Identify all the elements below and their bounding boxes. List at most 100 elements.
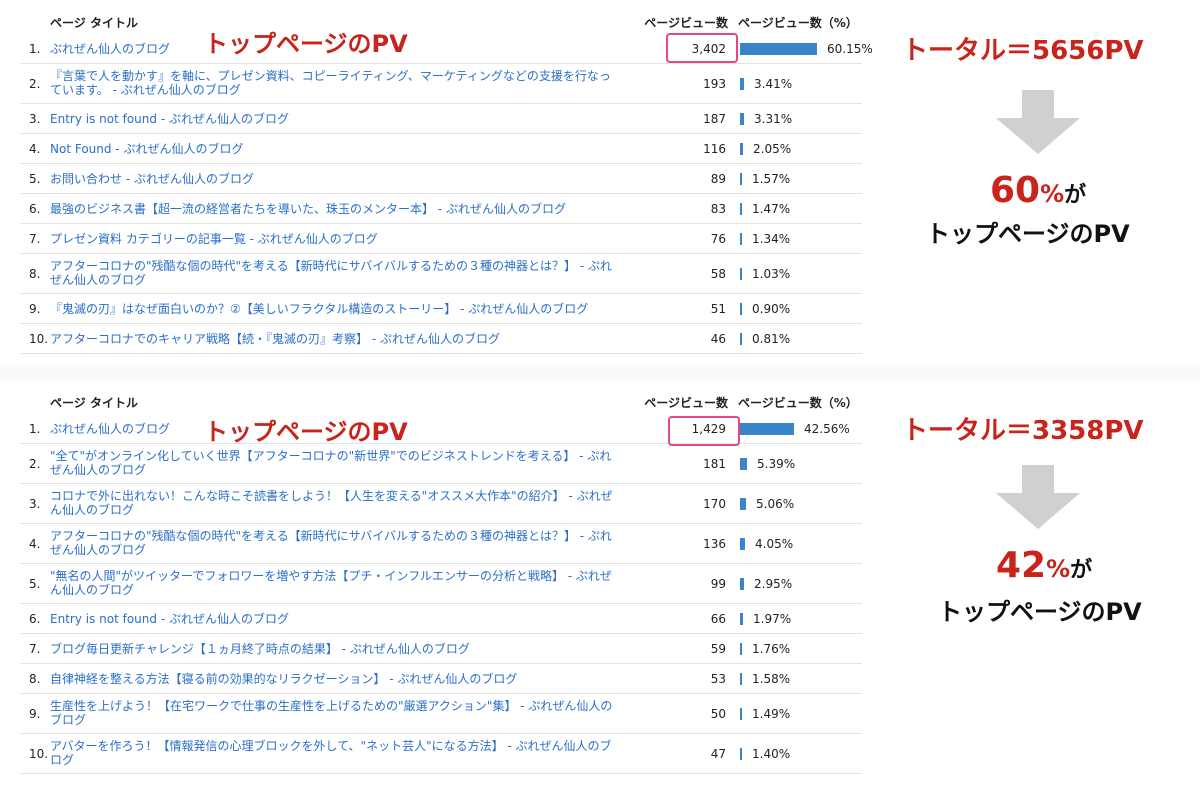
table-body: 1. ぷれぜん仙人のブログ 3,402 60.15% 2. 『言葉で人を動かす』を軸に、プ… [20,34,873,354]
pageview-percent: 3.31% [754,112,793,126]
share-line-2: トップページのPV [926,220,1130,248]
pageview-share-bar [740,498,746,510]
pageview-share-bar [740,268,742,280]
pageview-percent: 1.34% [752,232,791,246]
pageview-count: 116 [703,142,726,156]
page-title-link[interactable]: Entry is not found - ぷれぜん仙人のブログ [50,112,622,126]
pageview-count: 99 [710,577,726,591]
pageview-count: 47 [710,747,726,761]
pageview-percent: 1.76% [752,642,791,656]
pageview-percent: 5.39% [757,457,796,471]
share-percent: 60 [990,170,1041,211]
row-rank: 5. [29,172,41,186]
pageview-percent: 60.15% [827,42,873,56]
row-rank: 9. [29,302,41,316]
pageview-count: 193 [703,77,726,91]
table-row: 7. ブログ毎日更新チャレンジ【１ヵ月終了時点の結果】 - ぷれぜん仙人のブログ 5… [20,634,862,664]
header-page-title[interactable]: ページ タイトル [50,14,138,31]
pageview-count: 136 [703,537,726,551]
row-rank: 4. [29,537,41,551]
page-title-link[interactable]: コロナで外に出れない！こんな時こそ読書をしよう！【人生を変える"オススメ大作本"… [50,489,622,517]
page-title-link[interactable]: プレゼン資料 カテゴリーの記事一覧 - ぷれぜん仙人のブログ [50,232,622,246]
pageview-share-bar [740,78,744,90]
page-title-link[interactable]: 最強のビジネス書【超一流の経営者たちを導いた、珠玉のメンター本】 - ぷれぜん仙… [50,202,622,216]
pageview-percent: 1.58% [752,672,791,686]
header-pageviews[interactable]: ページビュー数 [644,394,728,411]
page-title-link[interactable]: お問い合わせ - ぷれぜん仙人のブログ [50,172,622,186]
pageview-count: 59 [710,642,726,656]
pageview-share-bar [740,578,744,590]
table-row: 8. アフターコロナの"残酷な個の時代"を考える【新時代にサバイバルするための３種… [20,254,862,294]
pageview-percent: 0.90% [752,302,791,316]
table-row: 9. 生産性を上げよう！【在宅ワークで仕事の生産性を上げるための"厳選アクション"… [20,694,862,734]
page-title-link[interactable]: ブログ毎日更新チャレンジ【１ヵ月終了時点の結果】 - ぷれぜん仙人のブログ [50,642,622,656]
page-title-link[interactable]: 自律神経を整える方法【寝る前の効果的なリラクゼーション】 - ぷれぜん仙人のブロ… [50,672,622,686]
pageview-percent: 1.97% [753,612,792,626]
highlight-box [666,33,738,63]
page-title-link[interactable]: 生産性を上げよう！【在宅ワークで仕事の生産性を上げるための"厳選アクション"集】… [50,699,622,727]
total-pv-label: トータル＝5656PV [902,36,1144,66]
page-title-link[interactable]: アバターを作ろう！【情報発信の心理ブロックを外して、"ネット芸人"になる方法】 … [50,739,622,767]
share-ga: が [1070,558,1093,583]
page-title-link[interactable]: 『言葉で人を動かす』を軸に、プレゼン資料、コピーライティング、マーケティングなど… [50,69,622,97]
share-line-2: トップページのPV [938,598,1142,626]
row-rank: 10. [29,332,49,346]
table-row: 9. 『鬼滅の刃』はなぜ面白いのか？②【美しいフラクタル構造のストーリー】 - ぷ… [20,294,862,324]
pageview-share-bar [740,458,747,470]
pageview-percent: 1.03% [752,267,791,281]
page-title-link[interactable]: アフターコロナの"残酷な個の時代"を考える【新時代にサバイバルするための３種の神… [50,529,622,557]
header-pageviews[interactable]: ページビュー数 [644,14,728,31]
panel-separator [0,365,1200,383]
pageview-percent: 2.05% [753,142,792,156]
row-rank: 4. [29,142,41,156]
page-title-link[interactable]: Entry is not found - ぷれぜん仙人のブログ [50,612,622,626]
page-title-link[interactable]: "全て"がオンライン化していく世界【アフターコロナの"新世界"でのビジネストレン… [50,449,622,477]
row-rank: 9. [29,707,41,721]
page-title-link[interactable]: "無名の人間"がツイッターでフォロワーを増やす方法【プチ・インフルエンサーの分析… [50,569,622,597]
row-rank: 8. [29,267,41,281]
pageview-count: 76 [710,232,726,246]
table-body: 1. ぷれぜん仙人のブログ 1,429 42.56% 2. "全て"がオンライン化していく… [20,414,862,774]
table-row: 3. コロナで外に出れない！こんな時こそ読書をしよう！【人生を変える"オススメ大作… [20,484,862,524]
row-rank: 2. [29,77,41,91]
row-rank: 7. [29,232,41,246]
pageview-count: 89 [710,172,726,186]
pageview-share-bar [740,333,742,345]
page-title-link[interactable]: 『鬼滅の刃』はなぜ面白いのか？②【美しいフラクタル構造のストーリー】 - ぷれぜ… [50,302,622,316]
table-row: 6. 最強のビジネス書【超一流の経営者たちを導いた、珠玉のメンター本】 - ぷれぜ… [20,194,862,224]
pageview-count: 181 [703,457,726,471]
pageview-percent: 4.05% [755,537,794,551]
pageview-share-bar [740,423,794,435]
row-rank: 2. [29,457,41,471]
row-rank: 1. [29,422,41,436]
header-pageview-percent[interactable]: ページビュー数（%） [738,394,858,411]
table-row: 2. "全て"がオンライン化していく世界【アフターコロナの"新世界"でのビジネスト… [20,444,862,484]
pageview-share-bar [740,303,742,315]
share-line-1: 60%が [990,170,1086,211]
table-row: 8. 自律神経を整える方法【寝る前の効果的なリラクゼーション】 - ぷれぜん仙人の… [20,664,862,694]
table-row: 2. 『言葉で人を動かす』を軸に、プレゼン資料、コピーライティング、マーケティング… [20,64,862,104]
row-rank: 6. [29,202,41,216]
row-rank: 8. [29,672,41,686]
pageview-count: 53 [710,672,726,686]
page-title-link[interactable]: アフターコロナの"残酷な個の時代"を考える【新時代にサバイバルするための３種の神… [50,259,622,287]
pageview-percent: 5.06% [756,497,795,511]
header-page-title[interactable]: ページ タイトル [50,394,138,411]
page-title-link[interactable]: アフターコロナでのキャリア戦略【続・『鬼滅の刃』考察】 - ぷれぜん仙人のブログ [50,332,622,346]
page-title-link[interactable]: Not Found - ぷれぜん仙人のブログ [50,142,622,156]
pageview-count: 83 [710,202,726,216]
row-rank: 3. [29,112,41,126]
row-rank: 5. [29,577,41,591]
pageview-share-bar [740,643,742,655]
down-arrow-icon [996,465,1080,529]
table-row: 4. アフターコロナの"残酷な個の時代"を考える【新時代にサバイバルするための３種… [20,524,862,564]
table-row: 7. プレゼン資料 カテゴリーの記事一覧 - ぷれぜん仙人のブログ 76 1.34% [20,224,862,254]
header-pageview-percent[interactable]: ページビュー数（%） [738,14,858,31]
pageview-share-bar [740,203,742,215]
table-row: 5. "無名の人間"がツイッターでフォロワーを増やす方法【プチ・インフルエンサーの… [20,564,862,604]
pageview-count: 170 [703,497,726,511]
pageview-share-bar [740,43,817,55]
pageview-percent: 2.95% [754,577,793,591]
pageview-count: 51 [710,302,726,316]
row-rank: 3. [29,497,41,511]
